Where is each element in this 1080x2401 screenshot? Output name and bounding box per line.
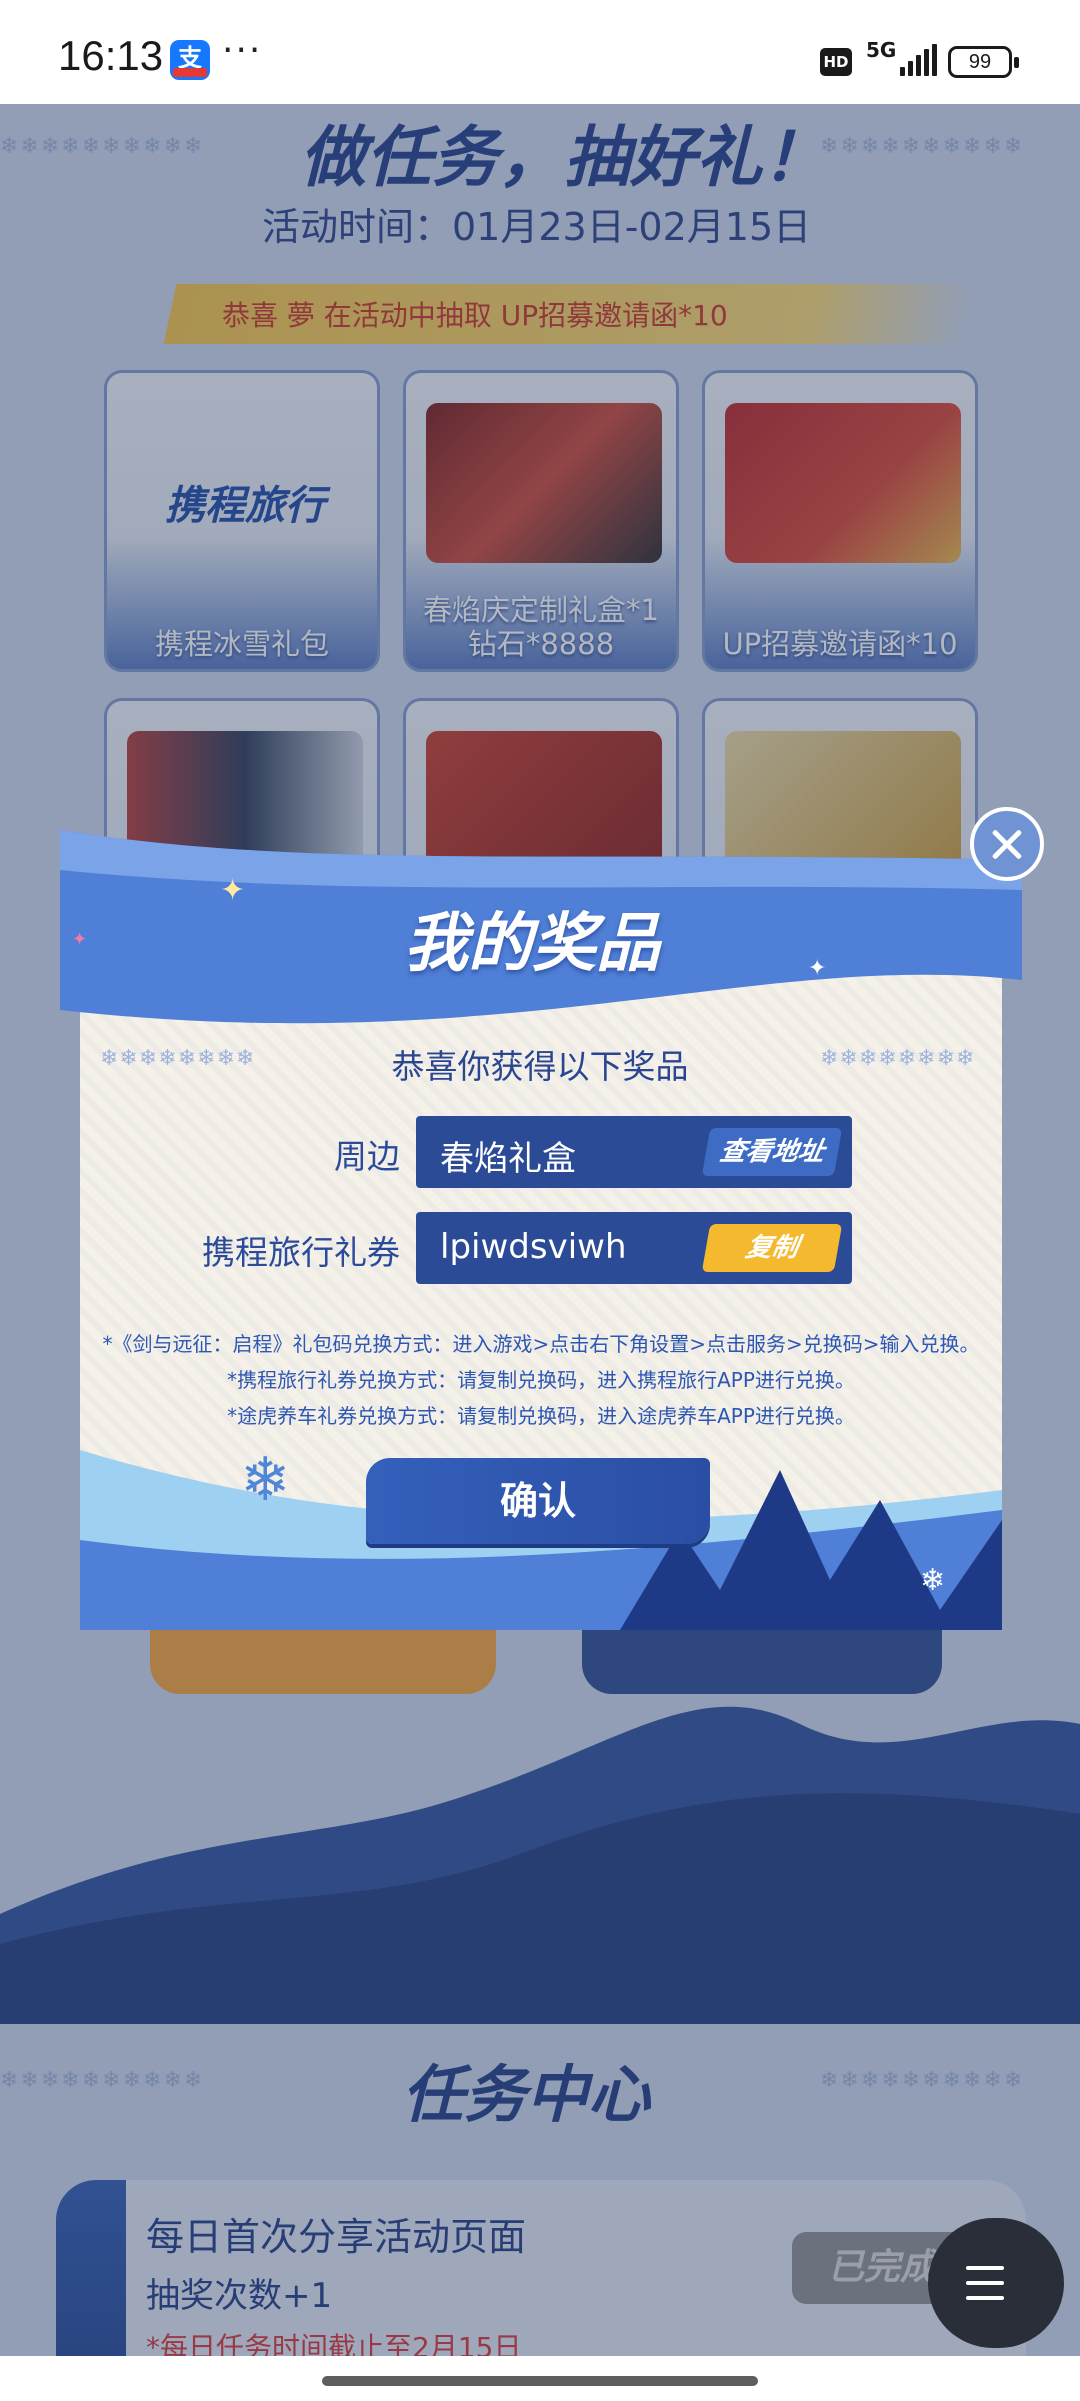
hd-icon: HD — [820, 48, 852, 76]
note-line: *途虎养车礼券兑换方式：请复制兑换码，进入途虎养车APP进行兑换。 — [227, 1404, 855, 1428]
svg-text:❄: ❄ — [920, 1563, 945, 1598]
system-nav-bar — [0, 2356, 1080, 2401]
signal-icon — [900, 44, 937, 76]
note-line: *携程旅行礼券兑换方式：请复制兑换码，进入携程旅行APP进行兑换。 — [227, 1368, 855, 1392]
prize-row-label: 周边 — [334, 1137, 400, 1176]
close-button[interactable] — [970, 807, 1044, 881]
more-icon: ··· — [222, 30, 263, 71]
view-address-button[interactable]: 查看地址 — [701, 1128, 843, 1176]
svg-text:✦: ✦ — [220, 873, 245, 908]
alipay-icon: 支 — [170, 40, 210, 80]
prize-row-value-box: lpiwdsviwh 复制 — [416, 1212, 852, 1284]
prize-row-label: 携程旅行礼券 — [202, 1233, 400, 1272]
network-label: 5G — [866, 38, 897, 62]
svg-text:✦: ✦ — [808, 956, 826, 981]
copy-button[interactable]: 复制 — [701, 1224, 843, 1272]
status-time: 16:13 — [58, 32, 164, 79]
prize-row-value: 春焰礼盒 — [440, 1139, 576, 1179]
modal-title: 我的奖品 — [404, 906, 660, 981]
svg-text:❄: ❄ — [240, 1445, 290, 1515]
confirm-button[interactable]: 确认 — [366, 1458, 710, 1544]
home-gesture-handle[interactable] — [322, 2376, 758, 2386]
prize-row-value-box: 春焰礼盒 查看地址 — [416, 1116, 852, 1188]
floating-menu-button[interactable] — [928, 2218, 1064, 2348]
note-line: *《剑与远征：启程》礼包码兑换方式：进入游戏>点击右下角设置>点击服务>兑换码>… — [102, 1332, 980, 1356]
battery-icon: 99 — [948, 46, 1019, 78]
svg-text:✦: ✦ — [72, 929, 87, 950]
redeem-notes: *《剑与远征：启程》礼包码兑换方式：进入游戏>点击右下角设置>点击服务>兑换码>… — [80, 1326, 1002, 1434]
modal-subtitle: 恭喜你获得以下奖品 — [391, 1047, 689, 1086]
status-bar: 16:13 支 ··· HD 5G 99 — [0, 0, 1080, 104]
redeem-code[interactable]: lpiwdsviwh — [440, 1227, 627, 1267]
